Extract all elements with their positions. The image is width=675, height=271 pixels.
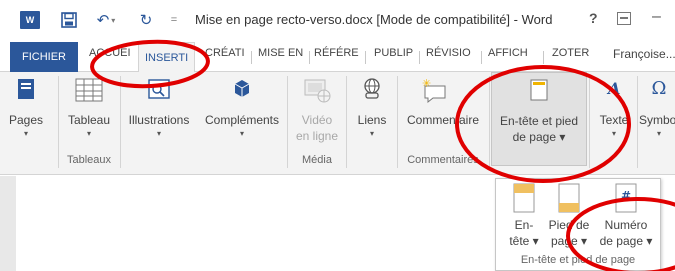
help-button[interactable]: ? (589, 10, 598, 26)
tab-separator (481, 51, 482, 64)
entete-button[interactable]: En- tête ▾ (504, 179, 544, 254)
group-separator (346, 76, 347, 168)
user-account-name[interactable]: Françoise... (613, 47, 675, 61)
entete-pied-de-page-dropdown: En- tête ▾ Pied de page ▾ # Numéro de pa… (495, 178, 661, 271)
pages-label: Pages (8, 113, 44, 127)
tab-accueil[interactable]: ACCUEI (89, 47, 131, 59)
texte-label: Texte (599, 113, 629, 127)
title-bar: W ↶ ▾ ↻ = Mise en page recto-verso.docx [… (0, 0, 675, 42)
tab-mise-en-page[interactable]: MISE EN (258, 47, 303, 59)
commentaire-label: Commentaire (406, 113, 480, 127)
numero-de-page-button[interactable]: # Numéro de page ▾ (594, 179, 658, 254)
document-margin (0, 176, 16, 271)
entete-label-line2: de page ▾ (512, 130, 566, 144)
online-video-icon (303, 78, 331, 104)
tab-separator (251, 51, 252, 64)
video-label-line2: en ligne (295, 129, 339, 143)
chevron-down-icon: ▾ (156, 129, 161, 138)
entete-label-line1: En-tête et pied (499, 114, 579, 128)
tab-insertion[interactable]: INSERTI (138, 42, 196, 73)
store-icon (232, 78, 252, 98)
texte-button[interactable]: A Texte ▾ (592, 72, 636, 158)
entete-label-line2: tête ▾ (509, 234, 539, 248)
tab-references[interactable]: RÉFÉRE (314, 47, 359, 59)
numero-label-line1: Numéro (604, 218, 648, 232)
save-icon[interactable] (60, 11, 78, 29)
pied-de-page-button[interactable]: Pied de page ▾ (544, 179, 594, 254)
pied-label-line1: Pied de (548, 218, 590, 232)
tab-separator (419, 51, 420, 64)
group-separator (589, 76, 590, 168)
chevron-down-icon: ▾ (239, 129, 244, 138)
group-separator (287, 76, 288, 168)
page-number-icon: # (615, 183, 637, 216)
chevron-down-icon: ▾ (86, 129, 91, 138)
group-separator (397, 76, 398, 168)
complements-label: Compléments (204, 113, 280, 127)
customize-qat-icon[interactable]: = (168, 11, 180, 29)
pied-label-line2: page ▾ (550, 234, 588, 248)
group-label-media: Média (302, 154, 332, 166)
ribbon-display-options-icon[interactable] (617, 12, 631, 25)
omega-icon: Ω (651, 78, 667, 99)
undo-icon[interactable]: ↶ ▾ (93, 11, 119, 29)
chevron-down-icon: ▾ (656, 129, 661, 138)
text-icon: A (605, 78, 623, 98)
numero-label-line2: de page ▾ (599, 234, 653, 248)
symboles-label: Symbo (639, 113, 675, 127)
tab-creation[interactable]: CRÉATI (205, 47, 245, 59)
group-separator (489, 76, 490, 168)
chevron-down-icon: ▾ (611, 129, 616, 138)
header-icon (513, 183, 535, 216)
tab-separator (543, 51, 544, 64)
table-icon (75, 78, 103, 102)
group-label-tableaux: Tableaux (66, 154, 112, 166)
pages-button[interactable]: Pages ▾ (6, 72, 46, 158)
svg-text:✳: ✳ (422, 78, 431, 90)
complements-button[interactable]: Compléments ▾ (197, 72, 287, 158)
illustrations-label: Illustrations (128, 113, 190, 127)
footer-icon (558, 183, 580, 216)
illustrations-button[interactable]: Illustrations ▾ (122, 72, 196, 158)
video-label-line1: Vidéo (301, 113, 333, 127)
ribbon-tab-row: FICHIER ACCUEI INSERTI CRÉATI MISE EN RÉ… (0, 42, 675, 73)
group-label-commentaires: Commentaires (407, 154, 479, 166)
entete-pied-de-page-button[interactable]: En-tête et pied de page ▾ (491, 72, 587, 166)
tab-publipostage[interactable]: PUBLIP (374, 47, 413, 59)
group-label-entete-pied: En-tête et pied de page (520, 254, 636, 266)
liens-button[interactable]: Liens ▾ (350, 72, 394, 158)
tab-separator (309, 51, 310, 64)
tableau-label: Tableau (67, 113, 111, 127)
video-en-ligne-button[interactable]: Vidéo en ligne (290, 72, 344, 158)
tableau-button[interactable]: Tableau ▾ (63, 72, 115, 158)
tab-fichier[interactable]: FICHIER (10, 42, 78, 72)
word-logo-icon[interactable]: W (20, 11, 40, 29)
symboles-button[interactable]: Ω Symbo ▾ (639, 72, 675, 158)
commentaire-button[interactable]: ✳ Commentaire (400, 72, 486, 158)
tab-zotero[interactable]: ZOTER (552, 47, 589, 59)
entete-label-line1: En- (514, 218, 534, 232)
redo-icon[interactable]: ↻ (133, 11, 159, 29)
tab-separator (365, 51, 366, 64)
svg-text:A: A (606, 79, 620, 98)
minimize-button[interactable]: – (652, 8, 661, 26)
pages-icon (17, 78, 35, 100)
header-footer-icon (530, 79, 548, 101)
tab-affichage[interactable]: AFFICH (488, 47, 528, 59)
group-separator (637, 76, 638, 168)
chevron-down-icon: ▾ (369, 129, 374, 138)
window-title: Mise en page recto-verso.docx [Mode de c… (195, 12, 553, 27)
group-separator (58, 76, 59, 168)
illustrations-icon (146, 78, 172, 100)
svg-text:#: # (621, 189, 631, 203)
liens-label: Liens (357, 113, 387, 127)
link-globe-icon (362, 78, 382, 100)
new-comment-icon: ✳ (419, 78, 449, 104)
tab-revision[interactable]: RÉVISIO (426, 47, 471, 59)
ribbon-insertion: Pages ▾ Tableau ▾ Tableaux Illustrations… (0, 72, 675, 175)
chevron-down-icon: ▾ (23, 129, 28, 138)
group-separator (120, 76, 121, 168)
